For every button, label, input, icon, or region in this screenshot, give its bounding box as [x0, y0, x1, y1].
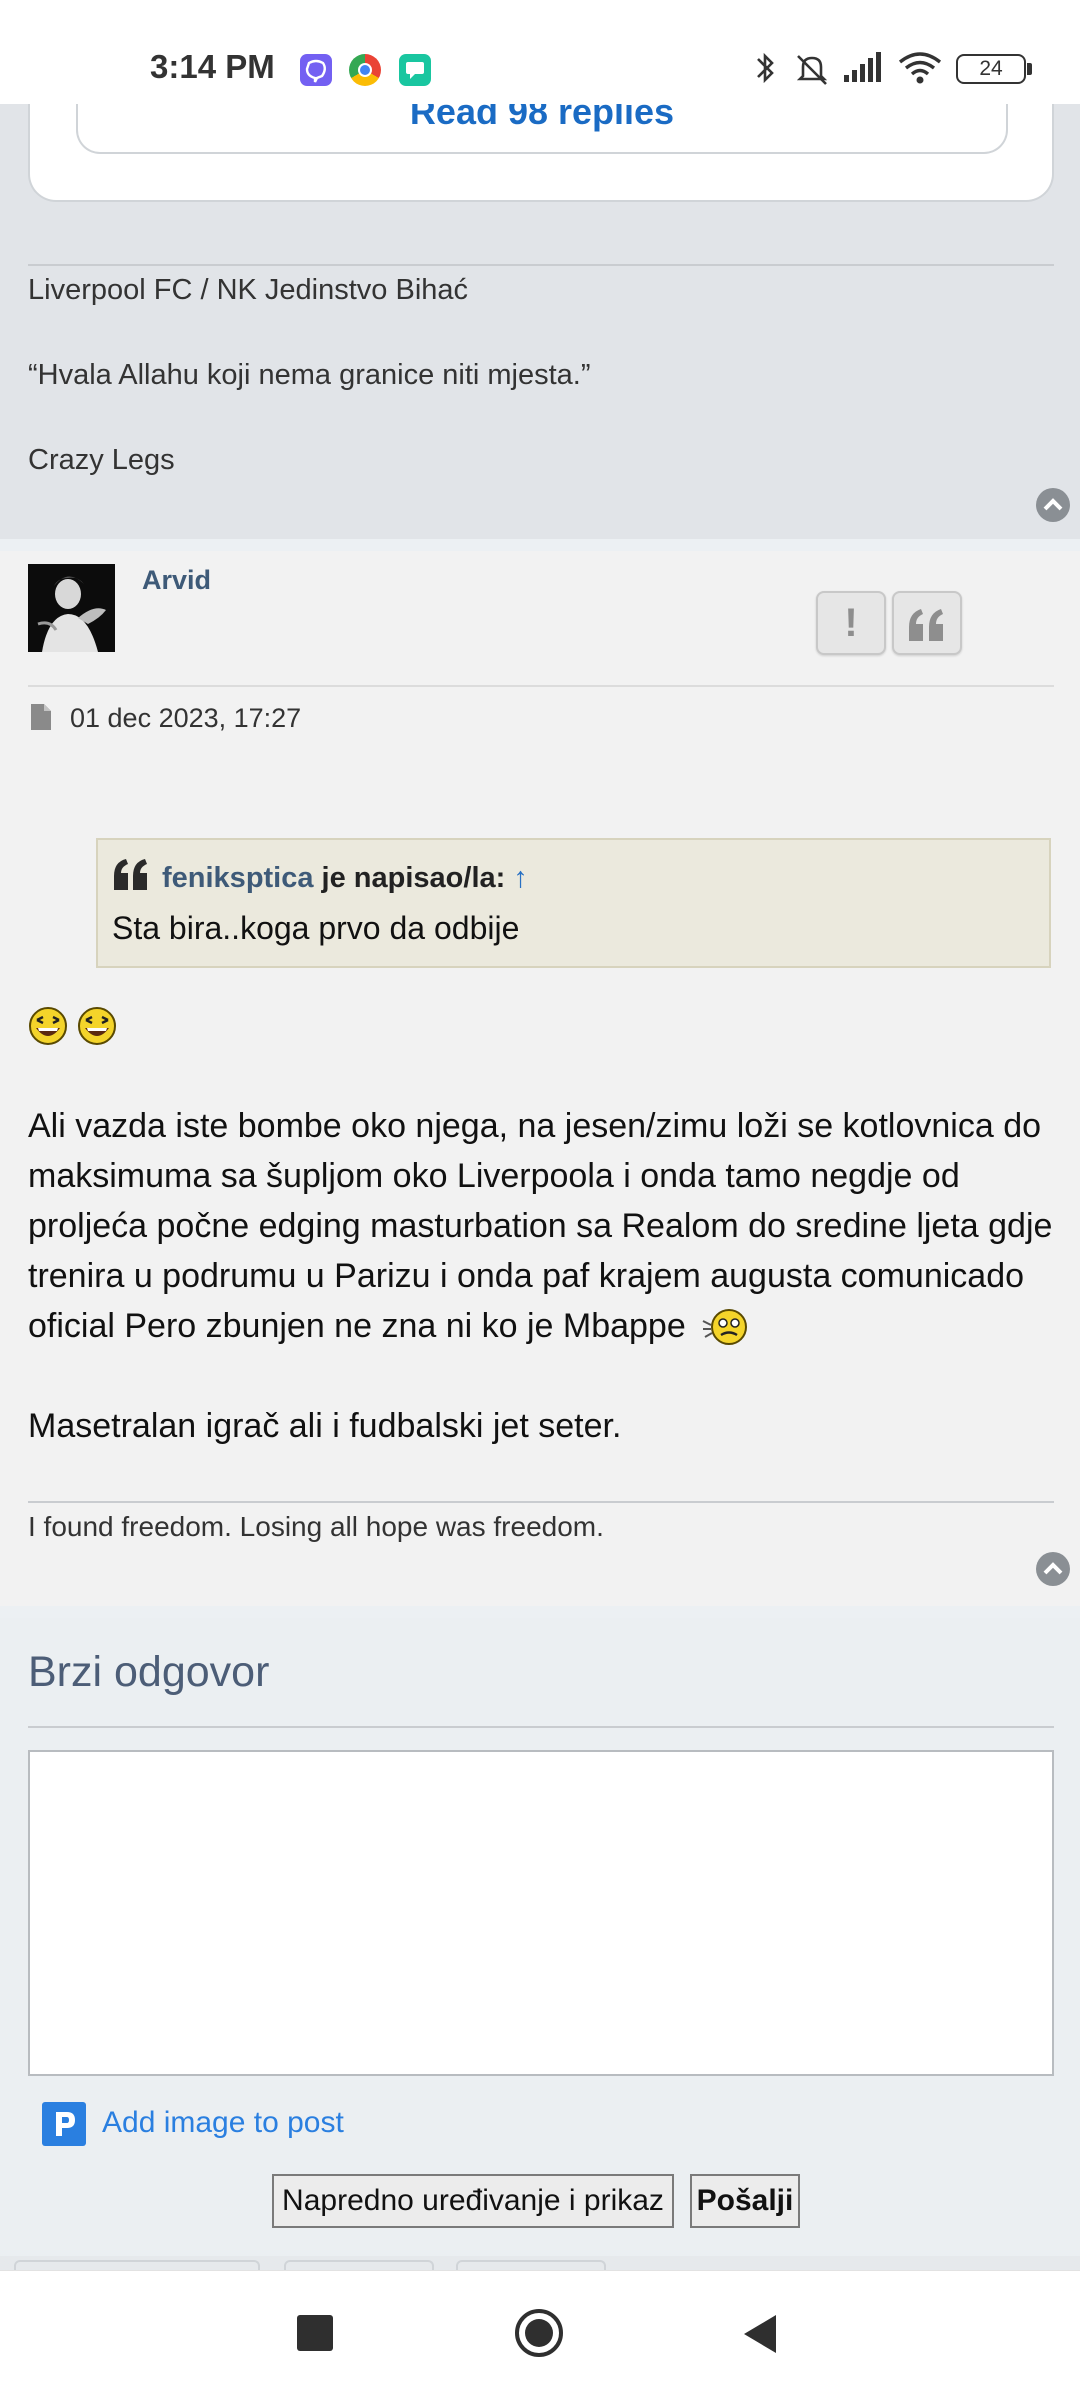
chrome-icon — [349, 54, 381, 86]
status-bar: 3:14 PM 24 — [0, 0, 1080, 104]
footer-tab[interactable] — [456, 2260, 606, 2270]
battery-icon: 24 — [956, 54, 1026, 84]
signature-line: Crazy Legs — [28, 444, 175, 476]
quote-button[interactable] — [892, 591, 962, 655]
post: Arvid ! 01 dec 2023, 17:27 feniksptica j… — [0, 551, 1080, 1606]
signal-icon — [844, 52, 881, 82]
post-paragraph: Ali vazda iste bombe oko njega, na jesen… — [28, 1101, 1058, 1351]
post-signature: I found freedom. Losing all hope was fre… — [28, 1511, 604, 1542]
quote-text: Sta bira..koga prvo da odbije — [112, 910, 520, 946]
quote-icon — [114, 859, 147, 890]
confused-smiley-icon — [702, 1309, 748, 1345]
quick-reply-title: Brzi odgovor — [28, 1648, 270, 1696]
back-button[interactable] — [740, 2313, 780, 2355]
back-to-top-icon[interactable] — [1036, 488, 1070, 522]
post-divider — [28, 685, 1054, 687]
add-image-link[interactable]: Add image to post — [102, 2106, 344, 2140]
quote-source-link[interactable]: ↑ — [513, 862, 528, 894]
reply-textarea[interactable] — [28, 1750, 1054, 2076]
wifi-icon — [898, 52, 942, 84]
previous-post: Read 98 replies Liverpool FC / NK Jedins… — [0, 104, 1080, 539]
report-button[interactable]: ! — [816, 591, 886, 655]
replies-card: Read 98 replies — [28, 104, 1054, 202]
page-footer-strip — [0, 2256, 1080, 2270]
battery-level: 24 — [979, 57, 1003, 80]
avatar[interactable] — [28, 564, 115, 652]
quote-author[interactable]: feniksptica — [162, 862, 314, 894]
footer-tab[interactable] — [14, 2260, 260, 2270]
signature-line: “Hvala Allahu koji nema granice niti mje… — [28, 359, 591, 391]
recents-button[interactable] — [297, 2315, 333, 2351]
battery-tip — [1027, 63, 1032, 75]
system-nav-bar — [0, 2270, 1080, 2400]
signature-divider — [28, 264, 1054, 266]
home-button[interactable] — [513, 2307, 565, 2359]
messages-icon — [399, 54, 431, 86]
quote-icon — [909, 609, 943, 641]
read-replies-button[interactable]: Read 98 replies — [76, 104, 1008, 154]
back-to-top-icon[interactable] — [1036, 1552, 1070, 1586]
bluetooth-icon — [757, 52, 774, 84]
quote-block: feniksptica je napisao/la: ↑ Sta bira..k… — [96, 838, 1051, 968]
footer-tab[interactable] — [284, 2260, 434, 2270]
post-author[interactable]: Arvid — [142, 565, 211, 596]
status-time: 3:14 PM — [150, 48, 275, 85]
signature-line: Liverpool FC / NK Jedinstvo Bihać — [28, 274, 469, 306]
postimage-icon[interactable] — [42, 2102, 86, 2146]
report-label: ! — [844, 601, 858, 645]
laughing-smiley-icon — [78, 1007, 116, 1045]
quote-header: feniksptica je napisao/la: ↑ — [162, 862, 528, 895]
quote-says: je napisao/la: — [313, 862, 514, 894]
post-file-icon[interactable] — [30, 703, 52, 731]
viber-icon — [300, 54, 332, 86]
advanced-editing-button[interactable]: Napredno uređivanje i prikaz — [272, 2174, 674, 2228]
post-paragraph: Masetralan igrač ali i fudbalski jet set… — [28, 1407, 622, 1445]
quick-reply-divider — [28, 1726, 1054, 1728]
laughing-smiley-icon — [29, 1007, 67, 1045]
post-paragraph-text: Ali vazda iste bombe oko njega, na jesen… — [28, 1107, 1053, 1345]
silent-bell-icon — [796, 55, 828, 85]
signature-divider — [28, 1501, 1054, 1503]
post-date: 01 dec 2023, 17:27 — [70, 703, 302, 733]
quick-reply-panel: Brzi odgovor Add image to post Napredno … — [0, 1618, 1080, 2256]
submit-button[interactable]: Pošalji — [690, 2174, 800, 2228]
